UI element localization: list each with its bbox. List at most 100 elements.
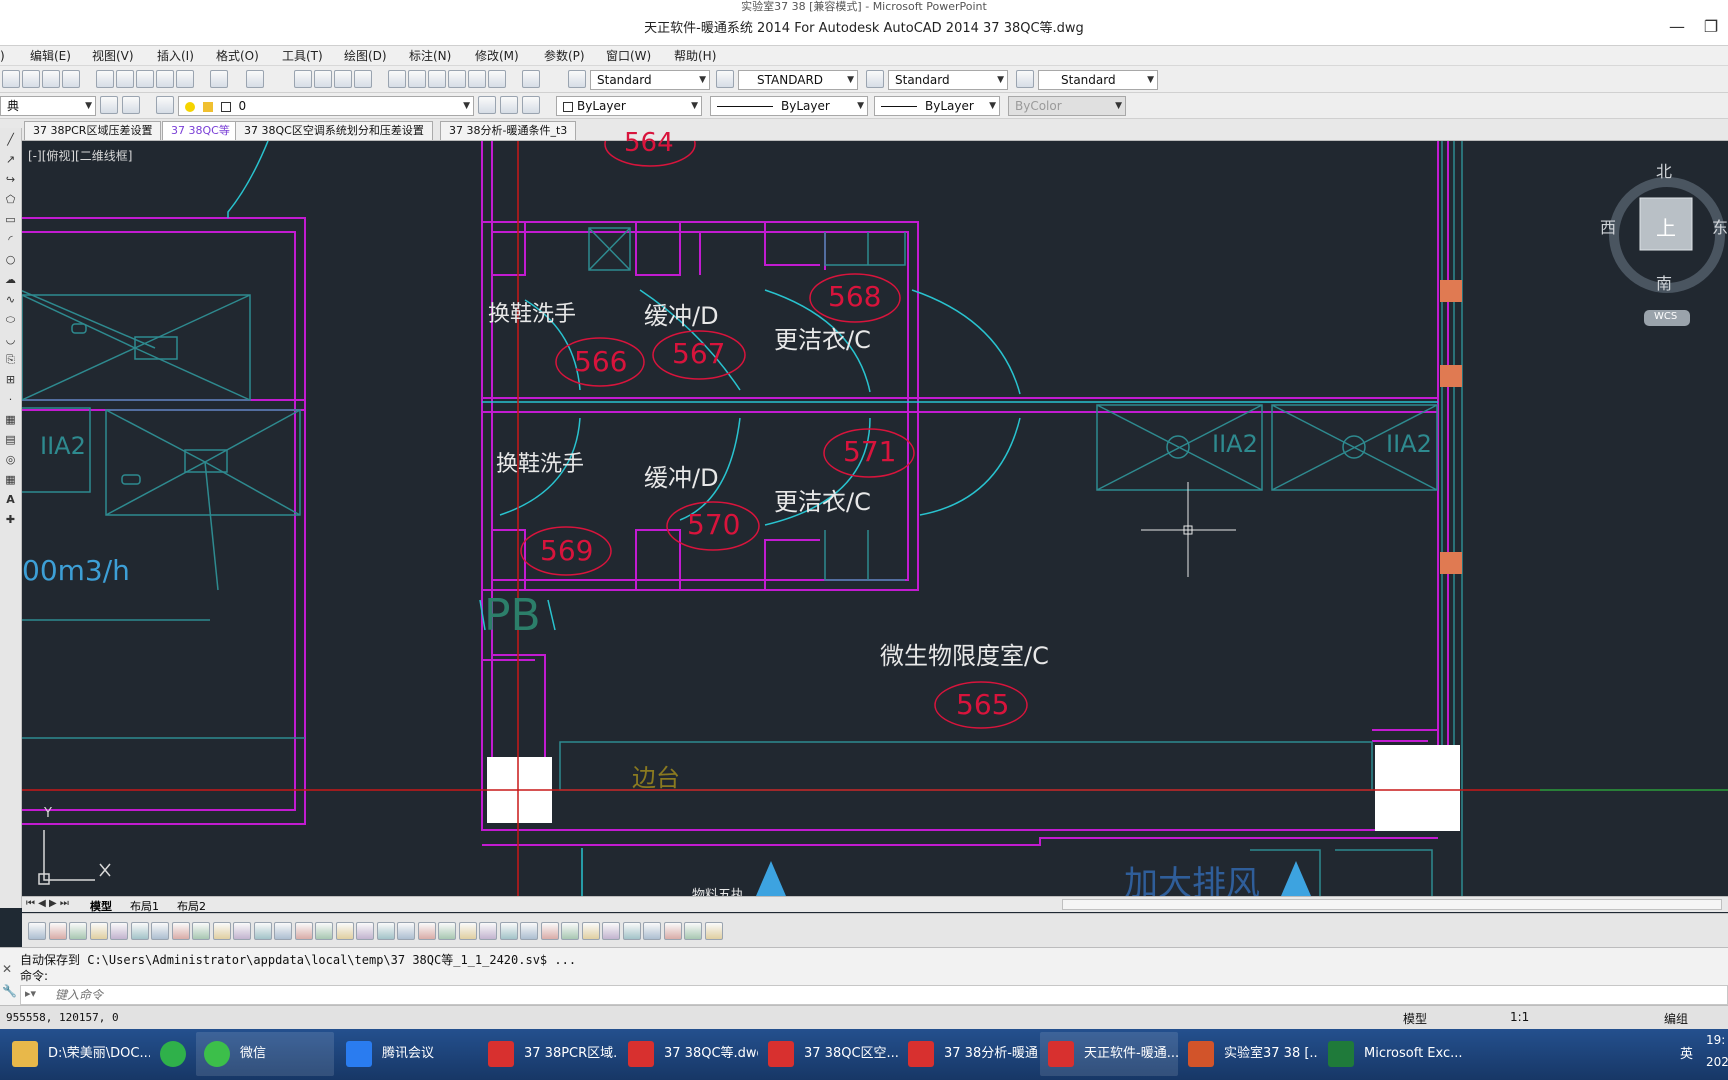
tangent-tool-icon[interactable] bbox=[376, 922, 395, 940]
tab-layout2[interactable]: 布局2 bbox=[177, 898, 206, 914]
gradient-icon[interactable]: ▤ bbox=[3, 432, 18, 447]
layer-previous-icon[interactable] bbox=[500, 96, 518, 114]
publish-icon[interactable] bbox=[42, 70, 60, 88]
dim-style-icon[interactable] bbox=[716, 70, 734, 88]
tangent-tool-icon[interactable] bbox=[438, 922, 456, 940]
spline-icon[interactable]: ∿ bbox=[3, 292, 18, 307]
mtext-icon[interactable]: A bbox=[3, 492, 18, 507]
make-block-icon[interactable]: ⊞ bbox=[3, 372, 18, 387]
model-space-toggle[interactable]: 模型 bbox=[1403, 1010, 1427, 1027]
tangent-tool-icon[interactable] bbox=[233, 922, 251, 940]
menu-item-dimension[interactable]: 标注(N) bbox=[409, 46, 451, 66]
tangent-tool-icon[interactable] bbox=[684, 922, 702, 940]
text-style-icon[interactable] bbox=[568, 70, 586, 88]
menu-item-modify[interactable]: 修改(M) bbox=[475, 46, 519, 66]
ellipse-icon[interactable]: ⬭ bbox=[3, 312, 18, 327]
undo-icon[interactable] bbox=[210, 70, 228, 88]
markup-icon[interactable] bbox=[468, 70, 486, 88]
ime-indicator[interactable]: 英 bbox=[1680, 1043, 1693, 1062]
tangent-tool-icon[interactable] bbox=[274, 922, 292, 940]
polygon-icon[interactable]: ⬠ bbox=[3, 192, 18, 207]
workspace-select[interactable]: 典 ▼ bbox=[0, 96, 96, 116]
minimize-icon[interactable]: — bbox=[1660, 14, 1694, 40]
tangent-tool-icon[interactable] bbox=[110, 922, 128, 940]
tangent-tool-icon[interactable] bbox=[335, 922, 354, 940]
menu-item-view[interactable]: 视图(V) bbox=[92, 46, 134, 66]
annotation-scale[interactable]: 1:1 bbox=[1510, 1010, 1529, 1024]
insert-block-icon[interactable]: ⎘ bbox=[3, 352, 18, 367]
viewport-controls[interactable]: [-][俯视][二维线框] bbox=[28, 147, 132, 164]
tangent-tool-icon[interactable] bbox=[397, 922, 415, 940]
tangent-tool-icon[interactable] bbox=[356, 922, 374, 940]
print-preview-icon[interactable] bbox=[22, 70, 40, 88]
layer-state-icon[interactable] bbox=[156, 96, 174, 114]
taskbar-excel[interactable]: Microsoft Exc... bbox=[1320, 1032, 1464, 1076]
clock-date[interactable]: 202 bbox=[1706, 1055, 1728, 1069]
menu-item-insert[interactable]: 插入(I) bbox=[157, 46, 194, 66]
compass-west[interactable]: 西 bbox=[1600, 214, 1616, 238]
layer-manager-icon[interactable] bbox=[122, 96, 140, 114]
tangent-tool-icon[interactable] bbox=[479, 922, 497, 940]
tangent-tool-icon[interactable] bbox=[151, 922, 169, 940]
tangent-tool-icon[interactable] bbox=[253, 922, 272, 940]
table-icon[interactable]: ▦ bbox=[3, 472, 18, 487]
viewcube-face-top[interactable]: 上 bbox=[1656, 212, 1676, 241]
taskbar-autocad-4[interactable]: 37 38分析-暖通... bbox=[900, 1032, 1038, 1076]
layer-isolate-icon[interactable] bbox=[522, 96, 540, 114]
tangent-tool-icon[interactable] bbox=[704, 922, 723, 940]
lineweight-select[interactable]: ByLayer ▼ bbox=[874, 96, 1000, 116]
match-properties-icon[interactable] bbox=[176, 70, 194, 88]
compass-east[interactable]: 东 bbox=[1712, 214, 1728, 238]
tool-palettes-icon[interactable] bbox=[428, 70, 446, 88]
tangent-tool-icon[interactable] bbox=[458, 922, 477, 940]
menu-item-file-partial[interactable]: ) bbox=[0, 46, 5, 66]
tangent-tool-icon[interactable] bbox=[561, 922, 579, 940]
tab-model[interactable]: 模型 bbox=[90, 898, 112, 914]
hatch-icon[interactable]: ▦ bbox=[3, 412, 18, 427]
tangent-tool-icon[interactable] bbox=[69, 922, 87, 940]
calculator-icon[interactable] bbox=[488, 70, 506, 88]
restore-icon[interactable]: ❐ bbox=[1694, 14, 1728, 40]
help-icon[interactable] bbox=[522, 70, 540, 88]
point-icon[interactable]: · bbox=[3, 392, 18, 407]
drawing-canvas[interactable] bbox=[22, 141, 1728, 896]
menu-item-params[interactable]: 参数(P) bbox=[544, 46, 585, 66]
copy-icon[interactable] bbox=[116, 70, 134, 88]
tangent-tool-icon[interactable] bbox=[602, 922, 620, 940]
taskbar-tangent[interactable]: 天正软件-暖通... bbox=[1040, 1032, 1178, 1076]
tangent-tool-icon[interactable] bbox=[540, 922, 559, 940]
cut-icon[interactable] bbox=[96, 70, 114, 88]
horizontal-scrollbar[interactable] bbox=[1062, 899, 1722, 910]
zoom-realtime-icon[interactable] bbox=[314, 70, 332, 88]
linetype-select[interactable]: ByLayer ▼ bbox=[710, 96, 868, 116]
sheet-set-icon[interactable] bbox=[448, 70, 466, 88]
table-style-icon[interactable] bbox=[866, 70, 884, 88]
file-tab-qc-hvac[interactable]: 37 38QC区空调系统划分和压差设置 bbox=[235, 121, 433, 140]
tangent-tool-icon[interactable] bbox=[581, 922, 600, 940]
menu-item-window[interactable]: 窗口(W) bbox=[606, 46, 651, 66]
taskbar-explorer[interactable]: D:\荣美丽\DOC... bbox=[4, 1032, 150, 1076]
taskbar-autocad-1[interactable]: 37 38PCR区域... bbox=[480, 1032, 618, 1076]
zoom-window-icon[interactable] bbox=[334, 70, 352, 88]
compass-south[interactable]: 南 bbox=[1656, 270, 1672, 294]
paste-icon[interactable] bbox=[136, 70, 154, 88]
tangent-tool-icon[interactable] bbox=[663, 922, 682, 940]
command-menu-icon[interactable]: ▸▾ bbox=[25, 987, 36, 1000]
add-selected-icon[interactable]: ✚ bbox=[3, 512, 18, 527]
multileader-style-select[interactable]: Standard ▼ bbox=[1038, 70, 1158, 90]
command-input[interactable] bbox=[55, 987, 655, 1003]
taskbar-autocad-2[interactable]: 37 38QC等.dwg bbox=[620, 1032, 758, 1076]
menu-item-format[interactable]: 格式(O) bbox=[216, 46, 259, 66]
3d-dwf-icon[interactable] bbox=[62, 70, 80, 88]
tangent-tool-icon[interactable] bbox=[212, 922, 231, 940]
taskbar-tencent-meeting[interactable]: 腾讯会议 bbox=[338, 1032, 478, 1076]
paste-block-icon[interactable] bbox=[156, 70, 174, 88]
tangent-tool-icon[interactable] bbox=[417, 922, 436, 940]
print-icon[interactable] bbox=[2, 70, 20, 88]
tangent-tool-icon[interactable] bbox=[643, 922, 661, 940]
tangent-tool-icon[interactable] bbox=[622, 922, 641, 940]
close-icon[interactable]: ✕ bbox=[2, 962, 12, 976]
command-input-box[interactable]: ▸▾ bbox=[20, 985, 1728, 1005]
arc-icon[interactable]: ◜ bbox=[3, 232, 18, 247]
clock-time[interactable]: 19: bbox=[1706, 1033, 1725, 1047]
